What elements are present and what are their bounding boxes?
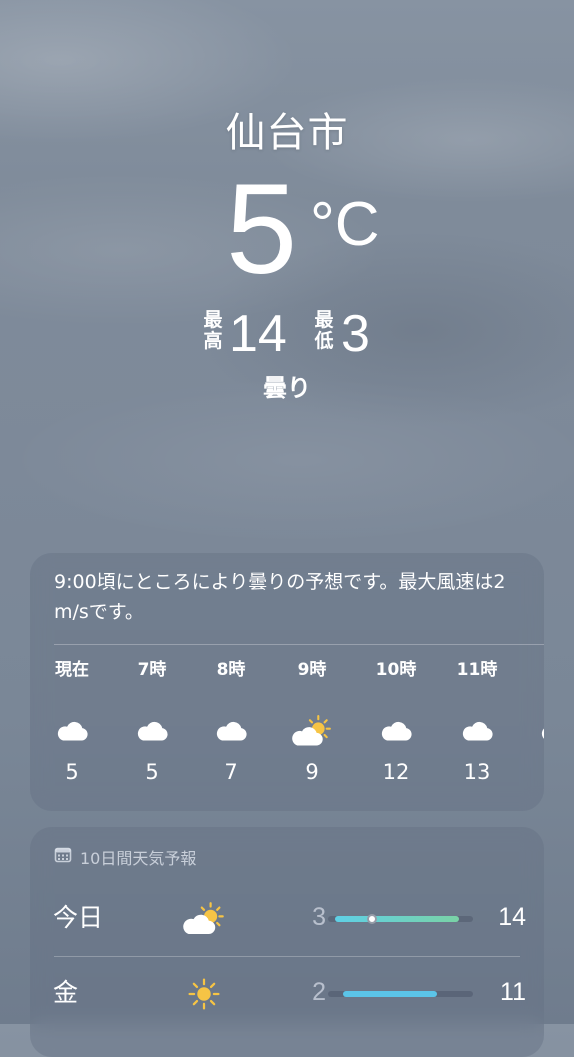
day-name: 今日 — [53, 903, 104, 932]
high-temperature: 14 — [229, 305, 287, 363]
high-label: 最高 — [203, 309, 223, 352]
hour-temperature: 12 — [382, 760, 410, 784]
partly-sunny-icon — [182, 899, 226, 939]
temperature-value: 5 — [226, 158, 298, 301]
day-name: 金 — [53, 978, 79, 1007]
high-low-temperatures: 最高 14 最低 3 — [0, 306, 574, 362]
temperature-range-bar — [328, 914, 473, 924]
low-temperature: 3 — [341, 305, 370, 363]
hour-temperature: 5 — [145, 760, 159, 784]
sun-icon — [182, 974, 226, 1014]
hour-temperature: 5 — [65, 760, 79, 784]
calendar-icon — [54, 846, 72, 868]
temperature-range-fill — [335, 916, 459, 922]
hourly-item[interactable]: 10時 12 — [364, 659, 428, 785]
temperature-range-fill — [342, 991, 437, 997]
hourly-forecast-card[interactable]: 9:00頃にところにより曇りの予想です。最大風速は2 m/sです。 現在 5 7時 5… — [30, 553, 544, 811]
cloud-icon — [364, 711, 428, 751]
hourly-item[interactable]: 8時 7 — [199, 659, 263, 785]
current-temperature-marker — [366, 914, 377, 924]
cloud-icon — [524, 711, 544, 751]
cloud-icon — [445, 711, 509, 751]
partly-sunny-icon — [280, 711, 344, 751]
hour-label: 7時 — [137, 660, 167, 680]
hourly-item[interactable]: 現在 5 — [40, 659, 104, 785]
cloud-icon — [199, 711, 263, 751]
hour-label: 1 — [524, 659, 544, 681]
weather-condition: 曇り — [263, 374, 311, 402]
current-temperature: 5 °C — [0, 160, 574, 300]
temperature-range-bar — [328, 991, 473, 997]
row-divider — [54, 956, 520, 957]
city-name: 仙台市 — [225, 110, 349, 156]
hour-label: 11時 — [456, 660, 498, 680]
card-divider — [54, 644, 544, 645]
hour-label: 9時 — [297, 660, 327, 680]
ten-day-forecast-header: 10日間天気予報 — [54, 845, 196, 869]
hour-temperature: 13 — [463, 760, 491, 784]
hourly-item[interactable]: 1 — [524, 659, 544, 759]
day-low-temperature: 3 — [312, 903, 326, 931]
forecast-summary: 9:00頃にところにより曇りの予想です。最大風速は2 m/sです。 — [54, 571, 506, 623]
hour-label: 現在 — [55, 660, 89, 680]
hour-temperature: 7 — [224, 760, 238, 784]
temperature-unit: °C — [310, 190, 380, 259]
day-high-temperature: 14 — [498, 903, 526, 931]
daily-row[interactable]: 金 2 11 — [30, 958, 544, 1032]
low-label: 最低 — [314, 309, 334, 352]
ten-day-forecast-title: 10日間天気予報 — [80, 849, 197, 868]
hour-label: 10時 — [375, 660, 417, 680]
day-high-temperature: 11 — [500, 978, 526, 1006]
hourly-item[interactable]: 7時 5 — [120, 659, 184, 785]
day-low-temperature: 2 — [312, 978, 326, 1006]
cloud-icon — [120, 711, 184, 751]
hour-temperature: 9 — [305, 760, 319, 784]
hour-label: 8時 — [216, 660, 246, 680]
hourly-item[interactable]: 11時 13 — [445, 659, 509, 785]
daily-row[interactable]: 今日 3 14 — [30, 883, 544, 957]
hourly-item[interactable]: 9時 9 — [280, 659, 344, 785]
ten-day-forecast-card[interactable]: 10日間天気予報 今日 3 14 金 2 11 — [30, 827, 544, 1057]
cloud-icon — [40, 711, 104, 751]
